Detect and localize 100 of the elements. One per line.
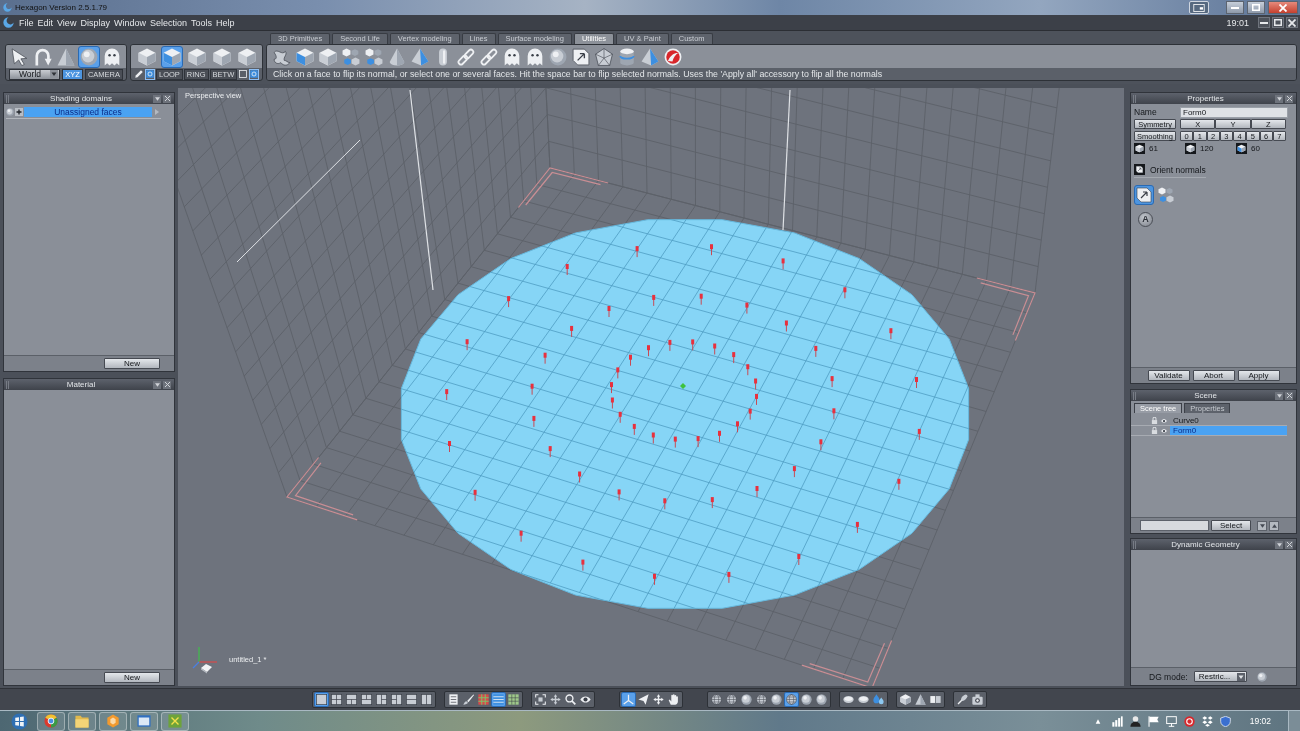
- tool-button[interactable]: [491, 692, 506, 707]
- new-button[interactable]: New: [104, 358, 160, 369]
- mode-dropdown[interactable]: Restric...: [1193, 671, 1247, 682]
- tool-button[interactable]: [754, 692, 769, 707]
- menu-item[interactable]: Help: [213, 16, 237, 29]
- option-button[interactable]: [145, 68, 155, 80]
- tool-button[interactable]: [898, 692, 913, 707]
- tool-button[interactable]: [621, 692, 636, 707]
- search-field[interactable]: [1140, 520, 1209, 531]
- panel-menu-button[interactable]: [1275, 94, 1283, 103]
- eye-icon[interactable]: [1160, 417, 1168, 424]
- taskbar-app-button[interactable]: [130, 711, 158, 731]
- tree-item[interactable]: Form0: [1170, 426, 1287, 435]
- sphere-icon[interactable]: [1256, 671, 1267, 682]
- taskbar-app-button[interactable]: [68, 711, 96, 731]
- tool-button[interactable]: [389, 692, 404, 707]
- move-down-button[interactable]: [1257, 520, 1267, 531]
- panel-close-button[interactable]: [1285, 391, 1293, 400]
- close-button[interactable]: [1286, 17, 1298, 28]
- option-button[interactable]: [238, 68, 249, 80]
- minimize-button[interactable]: [1226, 1, 1244, 14]
- monitor-icon[interactable]: [1165, 715, 1177, 727]
- tool-button[interactable]: [161, 45, 183, 68]
- diamonds-icon[interactable]: [1201, 715, 1213, 727]
- tool-button[interactable]: [461, 692, 476, 707]
- eye-icon[interactable]: [1160, 427, 1168, 434]
- panel-menu-button[interactable]: [1275, 391, 1283, 400]
- action-button[interactable]: Apply: [1237, 370, 1280, 381]
- select-button[interactable]: Select: [1211, 520, 1251, 531]
- taskbar-app-button[interactable]: [99, 711, 127, 731]
- close-button[interactable]: [1268, 1, 1298, 14]
- signal-bars-icon[interactable]: [1111, 715, 1123, 727]
- window-switch-button[interactable]: [1189, 1, 1209, 14]
- tool-button[interactable]: [814, 692, 829, 707]
- tool-button[interactable]: [1134, 185, 1154, 205]
- tool-button[interactable]: [359, 692, 374, 707]
- panel-close-button[interactable]: [163, 380, 171, 389]
- tool-button[interactable]: [78, 45, 100, 68]
- tool-button[interactable]: [314, 692, 329, 707]
- maximize-button[interactable]: [1247, 1, 1265, 14]
- tool-button[interactable]: [739, 692, 754, 707]
- tool-button[interactable]: [666, 692, 681, 707]
- normal-marker: [736, 421, 739, 433]
- tool-button[interactable]: [636, 692, 651, 707]
- tool-button[interactable]: [724, 692, 739, 707]
- tool-button[interactable]: [913, 692, 928, 707]
- option-button[interactable]: [249, 68, 260, 80]
- normal-marker: [915, 377, 918, 389]
- caret-icon[interactable]: [1094, 718, 1101, 724]
- new-button[interactable]: New: [104, 672, 160, 683]
- tool-button[interactable]: [419, 692, 434, 707]
- lock-icon[interactable]: [1151, 417, 1158, 424]
- flag-icon[interactable]: [1147, 715, 1159, 727]
- panel-menu-button[interactable]: [1275, 540, 1283, 549]
- panel-menu-button[interactable]: [153, 94, 161, 103]
- menu-item[interactable]: Display: [78, 16, 112, 29]
- menu-item[interactable]: File: [17, 16, 36, 29]
- move-up-button[interactable]: [1269, 520, 1279, 531]
- tool-button[interactable]: [446, 692, 461, 707]
- round-badge-icon[interactable]: [1183, 715, 1195, 727]
- tool-button[interactable]: [563, 692, 578, 707]
- shield-icon[interactable]: [1219, 715, 1231, 727]
- panel-close-button[interactable]: [1285, 94, 1293, 103]
- name-field[interactable]: Form0: [1180, 106, 1288, 118]
- option-button[interactable]: [134, 68, 144, 80]
- menu-item[interactable]: Tools: [188, 16, 214, 29]
- action-button[interactable]: Abort: [1192, 370, 1235, 381]
- tool-button[interactable]: [404, 692, 419, 707]
- menu-item[interactable]: Edit: [35, 16, 56, 29]
- panel-menu-button[interactable]: [153, 380, 161, 389]
- tool-button[interactable]: [533, 692, 548, 707]
- action-button[interactable]: Validate: [1147, 370, 1190, 381]
- tool-button[interactable]: [344, 692, 359, 707]
- tool-button[interactable]: [329, 692, 344, 707]
- tool-button[interactable]: [548, 692, 563, 707]
- tool-button[interactable]: [799, 692, 814, 707]
- taskbar-app-button[interactable]: [37, 711, 65, 731]
- tool-button[interactable]: [955, 692, 970, 707]
- panel-close-button[interactable]: [1285, 540, 1293, 549]
- menu-item[interactable]: View: [55, 16, 79, 29]
- space-dropdown[interactable]: World: [9, 68, 61, 80]
- menu-item[interactable]: Window: [111, 16, 148, 29]
- maximize-button[interactable]: [1272, 17, 1284, 28]
- tool-button[interactable]: [570, 45, 592, 68]
- taskbar-clock[interactable]: 19:02: [1249, 716, 1271, 726]
- tool-button[interactable]: [970, 692, 985, 707]
- tool-button[interactable]: [769, 692, 784, 707]
- disc-mesh[interactable]: [400, 219, 970, 609]
- menu-item[interactable]: Selection: [147, 16, 189, 29]
- tree-item[interactable]: Curve0: [1170, 416, 1287, 425]
- person-icon[interactable]: [1129, 715, 1141, 727]
- panel-close-button[interactable]: [163, 94, 171, 103]
- taskbar-app-button[interactable]: [161, 711, 189, 731]
- tool-button[interactable]: [374, 692, 389, 707]
- tool-button[interactable]: [709, 692, 724, 707]
- tool-button[interactable]: [651, 692, 666, 707]
- accessory-button[interactable]: A: [1138, 212, 1153, 227]
- lock-icon[interactable]: [1151, 427, 1158, 434]
- minimize-button[interactable]: [1258, 17, 1270, 28]
- domain-item[interactable]: Unassigned faces: [24, 107, 152, 117]
